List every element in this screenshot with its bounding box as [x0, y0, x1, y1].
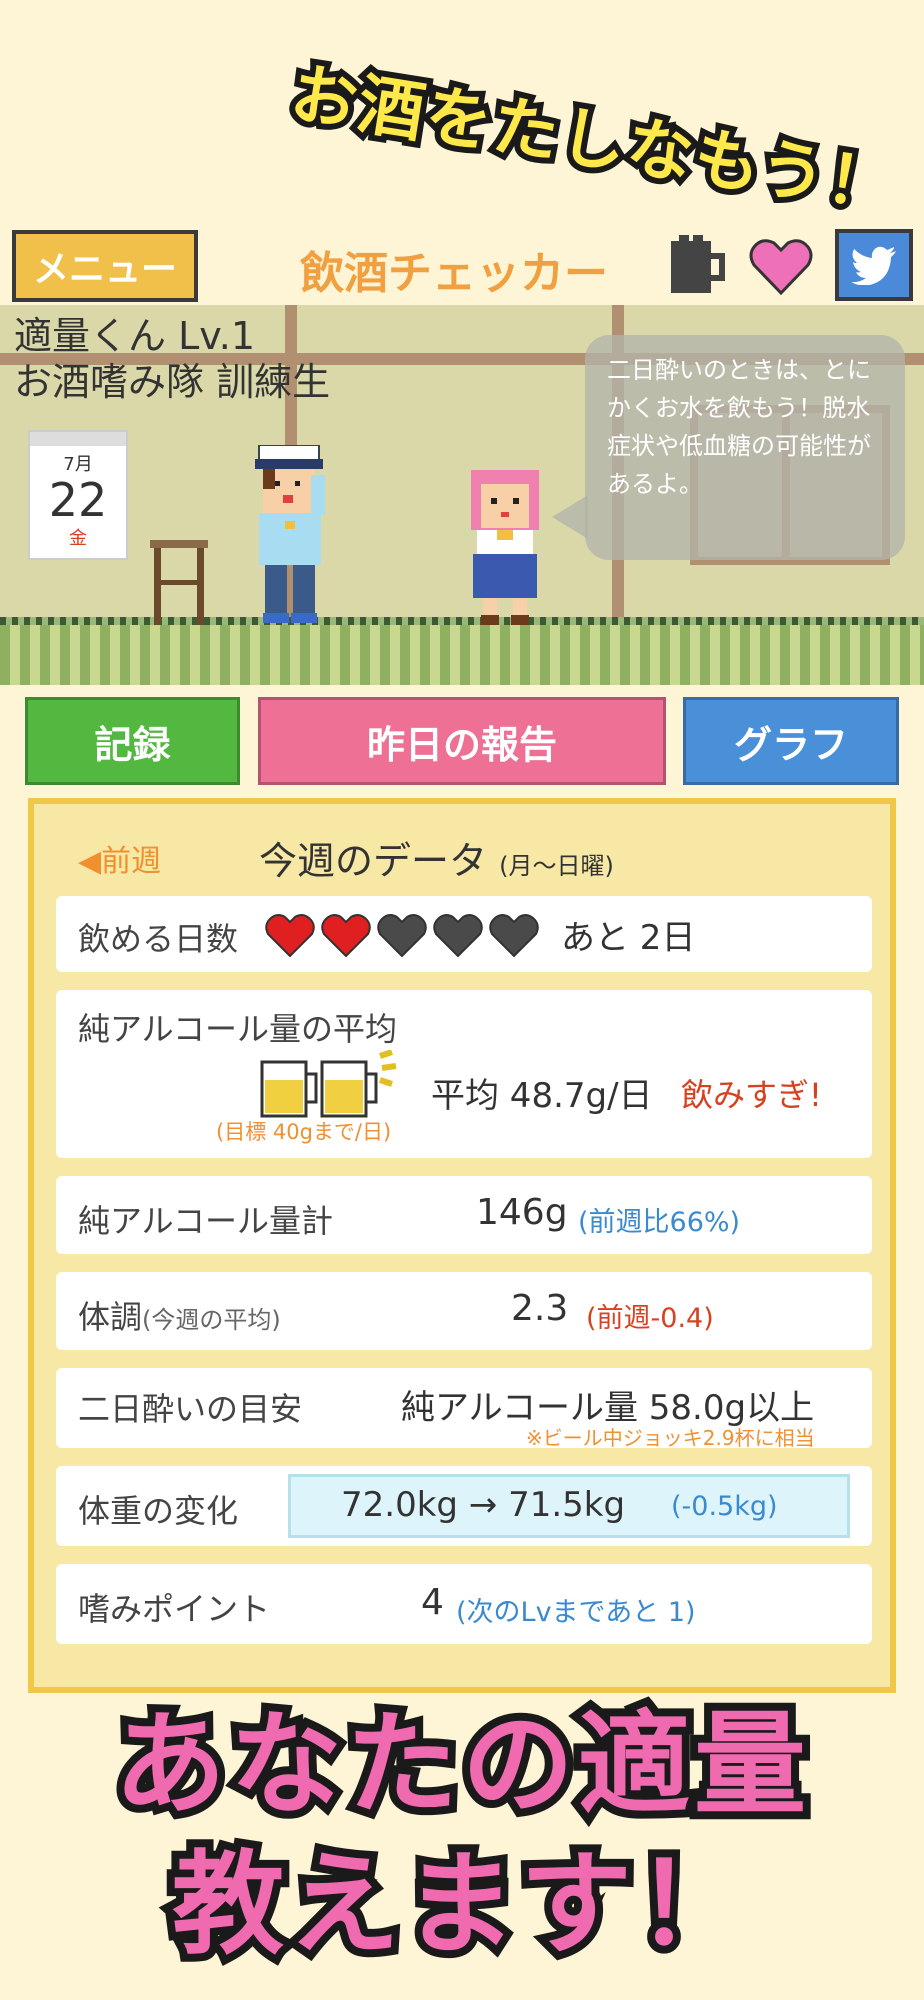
weight-row: 体重の変化 72.0kg → 71.5kg (-0.5kg)	[56, 1466, 872, 1546]
heart-filled-icon	[321, 914, 371, 958]
heart-empty-icon	[377, 914, 427, 958]
panel-header: ◀前週 今週のデータ (月〜日曜)	[34, 816, 890, 886]
promo-top-banner: お酒をたしなもう！	[280, 40, 920, 232]
condition-label: 体調(今週の平均)	[78, 1292, 281, 1338]
avg-alcohol-row: 純アルコール量の平均 (目標 40gまで/日) 平均 48.7g/日 飲みすぎ!	[56, 990, 872, 1158]
hangover-label: 二日酔いの目安	[78, 1390, 303, 1428]
hangover-row: 二日酔いの目安 純アルコール量 58.0g以上 ※ビール中ジョッキ2.9杯に相当	[56, 1368, 872, 1450]
promo-bottom-line2: 教えます！	[164, 1832, 756, 1978]
promo-bottom-banner: あなたの適量 教えます！	[0, 1692, 924, 2000]
promo-bottom-line1: あなたの適量	[106, 1692, 814, 1838]
condition-diff: (前週-0.4)	[586, 1303, 714, 1334]
stool-icon	[150, 540, 208, 625]
prev-week-link[interactable]: ◀前週	[78, 836, 161, 880]
weight-box[interactable]: 72.0kg → 71.5kg (-0.5kg)	[288, 1474, 850, 1538]
total-alcohol-row: 純アルコール量計 146g (前週比66%)	[56, 1176, 872, 1254]
calendar: 7月 22 金	[28, 430, 128, 560]
total-alcohol-label: 純アルコール量計	[78, 1202, 334, 1240]
points-value: 4	[421, 1582, 444, 1623]
drink-days-remaining: あと 2日	[561, 918, 696, 958]
tatami-floor	[0, 625, 924, 685]
total-alcohol-value: 146g	[476, 1192, 568, 1233]
beer-mug-icon[interactable]	[665, 233, 731, 299]
condition-label-text: 体調	[78, 1298, 143, 1336]
avg-alcohol-label: 純アルコール量の平均	[78, 1010, 398, 1048]
avg-alcohol-target: (目標 40gまで/日)	[216, 1120, 392, 1144]
app-title: 飲酒チェッカー	[300, 248, 608, 299]
speech-bubble-tail	[552, 495, 588, 539]
week-title: 今週のデータ (月〜日曜)	[259, 830, 614, 885]
week-title-text: 今週のデータ	[259, 839, 488, 883]
speech-bubble: 二日酔いのときは、とにかくお水を飲もう！脱水症状や低血糖の可能性があるよ。	[585, 335, 905, 560]
weight-label: 体重の変化	[78, 1492, 239, 1530]
hangover-note: ※ビール中ジョッキ2.9杯に相当	[526, 1426, 815, 1450]
heart-empty-icon	[433, 914, 483, 958]
yesterday-report-button[interactable]: 昨日の報告	[258, 697, 666, 785]
record-button[interactable]: 記録	[25, 697, 240, 785]
character-rank: お酒嗜み隊 訓練生	[14, 360, 331, 404]
calendar-weekday: 金	[69, 528, 87, 549]
heart-empty-icon	[489, 914, 539, 958]
menu-button[interactable]: メニュー	[12, 230, 198, 302]
weekly-data-panel: ◀前週 今週のデータ (月〜日曜) 飲める日数 あと 2日 純アルコール量の平均…	[28, 798, 896, 1693]
points-next: (次のLvまであと 1)	[456, 1597, 696, 1628]
points-label: 嗜みポイント	[78, 1590, 271, 1628]
twitter-icon	[851, 246, 896, 285]
boy-character-icon	[255, 445, 325, 623]
drink-days-hearts	[264, 912, 540, 958]
heart-icon[interactable]	[748, 233, 814, 299]
weight-diff: (-0.5kg)	[671, 1491, 778, 1522]
heart-filled-icon	[265, 914, 315, 958]
character-scene: 適量くん Lv.1 お酒嗜み隊 訓練生 7月 22 金 二日酔いのときは、とにか…	[0, 305, 924, 685]
girl-character-icon	[471, 470, 539, 625]
action-buttons: 記録 昨日の報告 グラフ	[0, 697, 924, 787]
avg-alcohol-value: 平均 48.7g/日	[431, 1076, 653, 1116]
avg-alcohol-warning: 飲みすぎ!	[681, 1076, 822, 1114]
calendar-day: 22	[48, 473, 108, 527]
drink-days-label: 飲める日数	[78, 920, 239, 958]
character-name: 適量くん Lv.1	[14, 314, 256, 358]
character-info: 適量くん Lv.1 お酒嗜み隊 訓練生	[14, 313, 330, 405]
beer-glasses-icon	[260, 1050, 397, 1118]
points-row: 嗜みポイント 4 (次のLvまであと 1)	[56, 1564, 872, 1644]
condition-row: 体調(今週の平均) 2.3 (前週-0.4)	[56, 1272, 872, 1350]
promo-top-text: お酒をたしなもう！	[280, 49, 907, 232]
total-alcohol-ratio: (前週比66%)	[578, 1207, 741, 1238]
drink-days-row: 飲める日数 あと 2日	[56, 896, 872, 972]
condition-sublabel: (今週の平均)	[142, 1306, 281, 1334]
weight-value: 72.0kg → 71.5kg	[341, 1485, 626, 1525]
condition-value: 2.3	[511, 1288, 569, 1329]
app-header: メニュー 飲酒チェッカー	[0, 225, 924, 305]
graph-button[interactable]: グラフ	[683, 697, 899, 785]
week-range: (月〜日曜)	[499, 852, 614, 880]
twitter-share-button[interactable]	[835, 229, 913, 301]
